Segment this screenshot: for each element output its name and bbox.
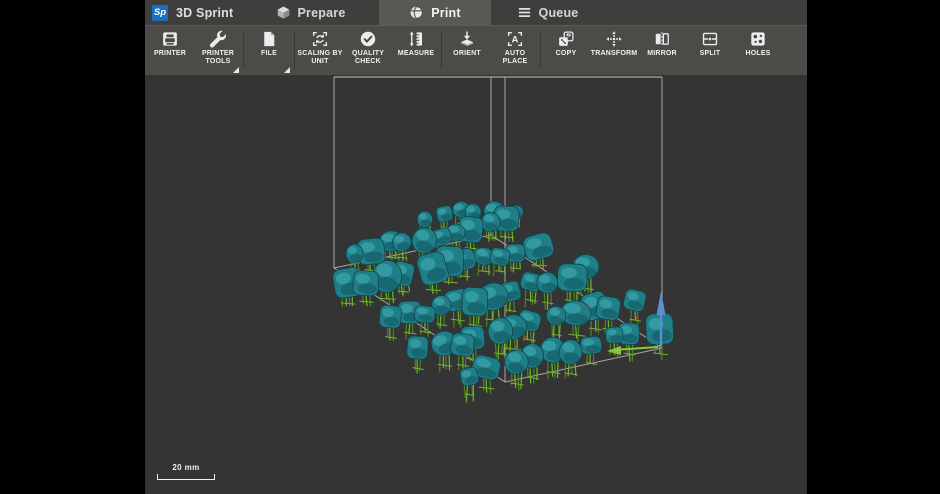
toolbar-button-label: PRINTER TOOLS: [201, 50, 235, 65]
auto-place-button[interactable]: A AUTO PLACE: [491, 26, 539, 75]
orient-icon: [458, 30, 476, 48]
scale-bar-label: 20 mm: [172, 463, 200, 472]
wrench-icon: [209, 30, 227, 48]
toolbar-button-label: MEASURE: [397, 50, 435, 57]
toolbar-divider: [294, 32, 295, 69]
support-contact-dot: [585, 305, 589, 309]
toolbar-button-label: QUALITY CHECK: [351, 50, 385, 65]
auto-place-icon: A: [506, 30, 524, 48]
support-contact-dot: [524, 335, 528, 339]
toolbar-divider: [243, 32, 244, 69]
app-window: Sp 3D Sprint Prepare Print Queue PRINTER PR…: [145, 0, 807, 494]
toolbar: PRINTER PRINTER TOOLS FILE SCALING BY UNIT Q…: [145, 25, 807, 76]
toolbar-button-label: HOLES: [745, 50, 771, 57]
file-button[interactable]: FILE: [245, 26, 293, 75]
plane-axis-arrow: [619, 346, 659, 351]
transform-button[interactable]: TRANSFORM: [590, 26, 638, 75]
menu-icon: [517, 5, 532, 20]
toolbar-divider: [441, 32, 442, 69]
tab-label: Queue: [538, 5, 579, 20]
mirror-icon: [653, 30, 671, 48]
z-axis-arrowhead: [656, 291, 666, 315]
holes-button[interactable]: HOLES: [734, 26, 782, 75]
copy-icon: 2: [557, 30, 575, 48]
tooth-model: [378, 304, 402, 342]
scale-bar: 20 mm: [157, 463, 215, 480]
tab-bar: Sp 3D Sprint Prepare Print Queue: [145, 0, 807, 25]
tooth-model: [459, 366, 479, 403]
tooth-model: [536, 271, 559, 311]
tooth-model: [580, 335, 603, 366]
transform-icon: [605, 30, 623, 48]
toolbar-button-label: AUTO PLACE: [502, 50, 528, 65]
toolbar-button-label: PRINTER: [153, 50, 187, 57]
holes-icon: [749, 30, 767, 48]
viewport[interactable]: 20 mm: [145, 75, 807, 494]
file-icon: [260, 30, 278, 48]
tab-print[interactable]: Print: [379, 0, 491, 25]
tab-label: Print: [431, 5, 461, 20]
toolbar-button-label: COPY: [555, 50, 577, 57]
toolbar-button-label: FILE: [261, 50, 277, 57]
toolbar-button-label: MIRROR: [647, 50, 677, 57]
quality-check-icon: [359, 30, 377, 48]
tooth-model: [558, 339, 583, 379]
printer-tools-button[interactable]: PRINTER TOOLS: [194, 26, 242, 75]
toolbar-button-label: SPLIT: [699, 50, 721, 57]
toolbar-button-label: SCALING BY UNIT: [297, 50, 343, 65]
app-logo-icon: Sp: [152, 4, 168, 21]
logo-block: Sp 3D Sprint: [145, 0, 252, 25]
app-title: 3D Sprint: [176, 5, 234, 20]
split-icon: [701, 30, 719, 48]
tooth-model: [522, 232, 555, 269]
svg-text:2: 2: [567, 33, 570, 39]
tooth-model: [352, 270, 380, 307]
tooth-model: [413, 304, 436, 338]
measure-button[interactable]: MEASURE: [392, 26, 440, 75]
tooth-model: [623, 288, 647, 326]
tab-label: Prepare: [297, 5, 346, 20]
flyout-corner-icon: [233, 67, 239, 73]
toolbar-divider: [540, 32, 541, 69]
cube-icon: [276, 5, 291, 20]
tooth-model: [450, 332, 475, 371]
copy-button[interactable]: 2 COPY: [542, 26, 590, 75]
svg-text:A: A: [512, 34, 519, 44]
scaling-by-unit-button[interactable]: SCALING BY UNIT: [296, 26, 344, 75]
printer-icon: [161, 30, 179, 48]
tab-queue[interactable]: Queue: [499, 0, 596, 25]
quality-check-button[interactable]: QUALITY CHECK: [344, 26, 392, 75]
viewport-canvas[interactable]: [145, 75, 807, 494]
scale-bar-line: [157, 474, 215, 480]
split-button[interactable]: SPLIT: [686, 26, 734, 75]
flyout-corner-icon: [284, 67, 290, 73]
mirror-button[interactable]: MIRROR: [638, 26, 686, 75]
orient-button[interactable]: ORIENT: [443, 26, 491, 75]
printer-button[interactable]: PRINTER: [146, 26, 194, 75]
tooth-model: [645, 313, 674, 361]
toolbar-button-label: TRANSFORM: [590, 50, 638, 57]
toolbar-button-label: ORIENT: [453, 50, 481, 57]
measure-icon: [407, 30, 425, 48]
tooth-model: [489, 247, 511, 277]
scaling-icon: [311, 30, 329, 48]
tooth-model: [406, 335, 429, 374]
support-contact-dot: [635, 316, 639, 320]
tab-prepare[interactable]: Prepare: [262, 0, 359, 25]
sphere-icon: [409, 5, 424, 20]
